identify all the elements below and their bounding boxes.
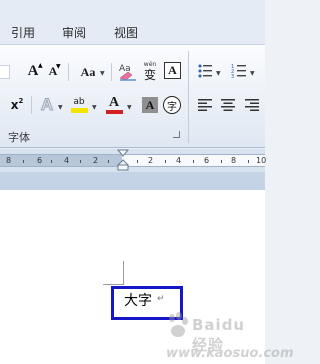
ruler-tick	[80, 160, 81, 163]
change-case-button[interactable]: Aa	[76, 63, 100, 81]
align-center-button[interactable]	[220, 97, 236, 113]
highlight-ab-glyph: ab	[73, 97, 85, 107]
highlight-color-bar	[70, 108, 88, 113]
font-group-label: 字体	[8, 131, 30, 144]
bullets-dropdown-icon[interactable]: ▼	[216, 70, 221, 77]
ruler-tick	[193, 160, 194, 163]
ruler-tick	[137, 160, 138, 163]
tab-references[interactable]: 引用	[11, 24, 35, 41]
align-left-button[interactable]	[197, 97, 213, 113]
group-separator	[188, 51, 189, 143]
ruler-tick	[108, 160, 109, 163]
ruler-number: 6	[204, 156, 210, 165]
numbering-button[interactable]: 1 2 3	[231, 62, 247, 80]
ruler-tick	[23, 160, 24, 163]
ruler-margin-area	[0, 155, 122, 166]
ruler-number: 2	[93, 156, 99, 165]
shrink-font-button[interactable]: A ▼	[44, 62, 62, 80]
ruler-tick	[51, 160, 52, 163]
watermark-url: www.kaosuo.com	[166, 346, 294, 361]
phonetic-char-text: 变	[143, 67, 156, 82]
numbering-dropdown-icon[interactable]: ▼	[250, 70, 255, 77]
clear-formatting-icon: Aa	[119, 64, 136, 81]
text-effects-glyph: A	[40, 95, 54, 115]
font-color-button[interactable]: A	[104, 95, 124, 115]
align-left-icon	[198, 99, 212, 111]
svg-text:3: 3	[231, 74, 234, 79]
text-effects-dropdown-icon[interactable]: ▼	[58, 104, 63, 111]
highlight-dropdown-icon[interactable]: ▼	[92, 104, 97, 111]
phonetic-top-text: wén	[143, 60, 157, 68]
align-right-button[interactable]	[244, 97, 260, 113]
bullets-button[interactable]	[197, 62, 213, 80]
ruler-tick	[165, 160, 166, 163]
ribbon-panel: A ▲ A ▼ Aa ▼ Aa wén 变 A ▼ 1 2 3 ▼ x 2 A …	[0, 44, 265, 148]
ruler-tick	[221, 160, 222, 163]
superscript-x-glyph: x	[10, 98, 19, 112]
superscript-button[interactable]: x 2	[8, 96, 26, 114]
document-text[interactable]: 大字	[124, 290, 152, 310]
font-color-glyph: A	[108, 95, 120, 110]
enclose-characters-button[interactable]: 字	[163, 96, 181, 114]
font-dialog-launcher-icon[interactable]	[173, 131, 180, 138]
tab-view[interactable]: 视图	[114, 24, 138, 41]
separator	[111, 63, 112, 81]
font-color-bar	[105, 110, 123, 114]
ruler-number: 2	[148, 156, 154, 165]
text-effects-button[interactable]: A	[37, 95, 57, 115]
superscript-2-glyph: 2	[18, 97, 24, 105]
character-shading-glyph: A	[145, 97, 155, 112]
font-size-box-edge[interactable]	[0, 65, 10, 79]
margin-corner-mark	[123, 261, 124, 285]
ruler-number: 4	[176, 156, 182, 165]
ruler-number: 4	[64, 156, 70, 165]
text-highlight-button[interactable]: ab	[69, 95, 89, 115]
shrink-arrow-icon: ▼	[56, 63, 61, 70]
character-border-button[interactable]: A	[164, 62, 181, 79]
align-center-icon	[221, 99, 235, 111]
ruler-number: 8	[231, 156, 237, 165]
ruler-number: 8	[6, 156, 12, 165]
separator	[68, 63, 69, 81]
grow-font-glyph: A	[27, 62, 39, 79]
align-right-icon	[245, 99, 259, 111]
clear-formatting-button[interactable]: Aa	[118, 60, 138, 82]
enclose-char-glyph: 字	[167, 101, 177, 113]
paragraph-mark: ↵	[157, 294, 165, 304]
tab-review[interactable]: 审阅	[62, 24, 86, 41]
change-case-glyph: Aa	[80, 64, 96, 79]
bullet-list-icon	[198, 64, 212, 78]
document-page[interactable]: 大字 ↵ Baidu 经验 www.kaosuo.com	[0, 190, 294, 364]
change-case-dropdown-icon[interactable]: ▼	[100, 70, 105, 77]
baidu-paw-icon	[169, 312, 188, 337]
grow-font-button[interactable]: A ▲	[23, 61, 43, 81]
separator	[31, 96, 32, 114]
ruler-number: 10	[256, 156, 267, 165]
ribbon-tab-strip: 引用 审阅 视图	[0, 0, 265, 44]
character-shading-button[interactable]: A	[142, 97, 158, 113]
horizontal-ruler[interactable]: 8 6 4 2 2 4 6 8 10	[0, 149, 267, 172]
margin-corner-mark	[103, 284, 124, 285]
document-area[interactable]: 大字 ↵ Baidu 经验 www.kaosuo.com	[0, 172, 294, 364]
ruler-strip: 8 6 4 2 2 4 6 8 10	[0, 154, 267, 167]
font-color-dropdown-icon[interactable]: ▼	[127, 104, 132, 111]
indent-marker-icon[interactable]	[117, 149, 129, 172]
numbered-list-icon: 1 2 3	[231, 64, 246, 79]
grow-arrow-icon: ▲	[38, 62, 43, 69]
phonetic-guide-button[interactable]: wén 变	[140, 59, 160, 83]
character-border-glyph: A	[168, 63, 177, 77]
ruler-number: 6	[37, 156, 43, 165]
watermark: Baidu 经验 www.kaosuo.com	[140, 312, 294, 364]
ruler-tick	[248, 160, 249, 163]
